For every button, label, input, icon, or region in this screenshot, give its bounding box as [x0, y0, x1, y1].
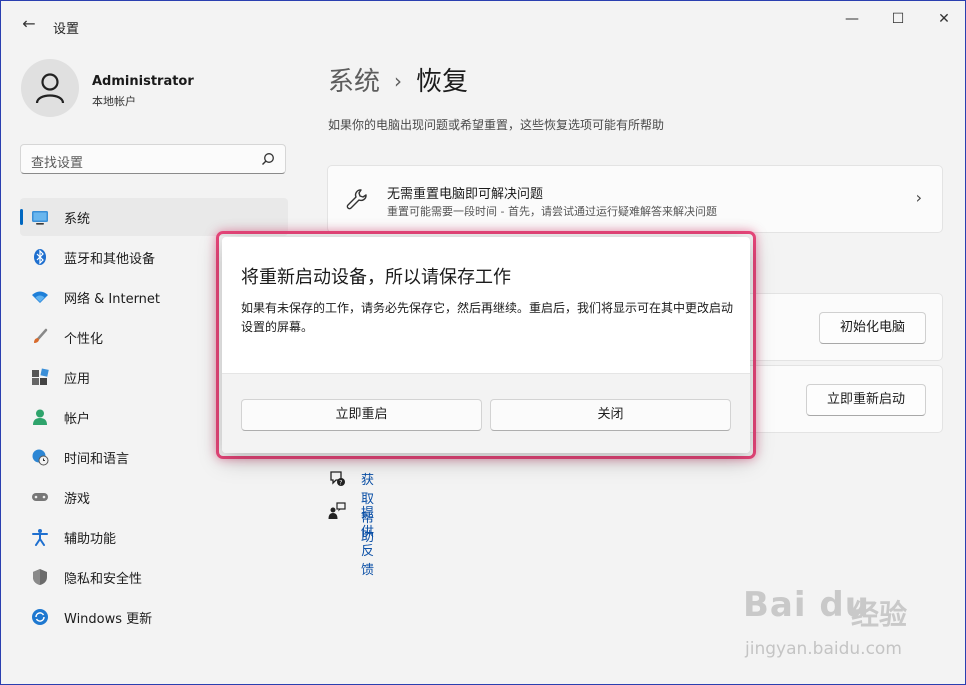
dialog-body: 如果有未保存的工作，请务必先保存它，然后再继续。重启后，我们将显示可在其中更改启… — [241, 301, 734, 334]
watermark-cn: 经验 — [851, 598, 908, 631]
dialog-title: 将重新启动设备，所以请保存工作 — [241, 267, 511, 288]
restart-dialog: 将重新启动设备，所以请保存工作 如果有未保存的工作，请务必先保存它，然后再继续。… — [222, 237, 750, 453]
close-dialog-button[interactable]: 关闭 — [490, 399, 731, 431]
settings-window: ← 设置 — ☐ ✕ Administrator 本地帐户 查找设置 系统 蓝牙… — [0, 0, 966, 685]
dialog-footer: 立即重启 关闭 — [222, 373, 750, 453]
watermark-url: jingyan.baidu.com — [745, 639, 902, 659]
baidu-watermark: Bai du 经验 jingyan.baidu.com — [739, 581, 959, 671]
restart-now-dialog-button[interactable]: 立即重启 — [241, 399, 482, 431]
